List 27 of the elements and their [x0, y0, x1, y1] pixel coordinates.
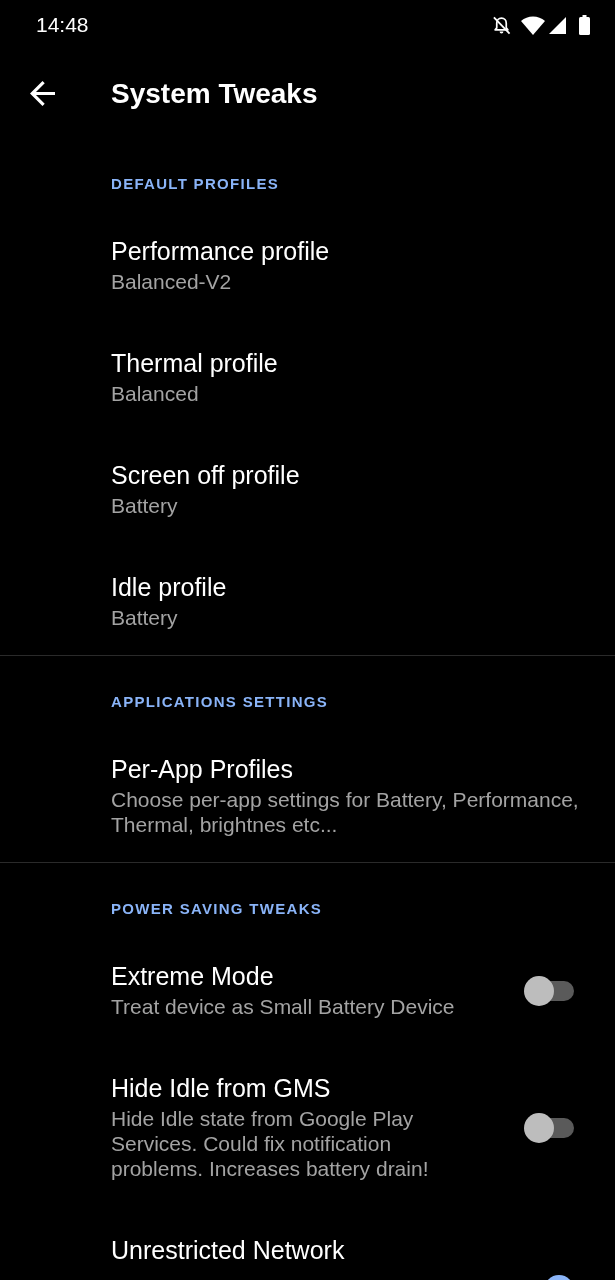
- muted-bell-icon: [492, 15, 511, 35]
- toggle-switch[interactable]: [524, 1112, 574, 1143]
- screen-title: System Tweaks: [111, 77, 318, 110]
- section-header: APPLICATIONS SETTINGS: [111, 692, 329, 712]
- preference-summary: Choose per-app settings for Battery, Performance, Thermal, brightnes etc...: [111, 787, 580, 837]
- preference-summary: Balanced: [111, 381, 199, 406]
- preference-summary: Battery: [111, 605, 178, 630]
- preference-title[interactable]: Hide Idle from GMS: [111, 1074, 331, 1102]
- preference-title[interactable]: Performance profile: [111, 237, 330, 265]
- preference-title[interactable]: Extreme Mode: [111, 962, 274, 990]
- preference-title[interactable]: Unrestricted Network: [111, 1236, 345, 1264]
- preference-title[interactable]: Thermal profile: [111, 349, 278, 377]
- preference-title[interactable]: Per-App Profiles: [111, 755, 294, 783]
- battery-icon: [579, 15, 590, 35]
- preference-summary: Battery: [111, 493, 178, 518]
- wifi-icon: [521, 15, 545, 35]
- preference-title[interactable]: Idle profile: [111, 573, 227, 601]
- back-arrow-icon[interactable]: [30, 81, 55, 106]
- preference-summary: Balanced-V2: [111, 269, 232, 294]
- section-header: DEFAULT PROFILES: [111, 174, 280, 194]
- status-time: 14:48: [36, 13, 89, 37]
- toggle-switch[interactable]: [524, 975, 574, 1006]
- preference-title[interactable]: Screen off profile: [111, 461, 300, 489]
- preference-summary: Hide Idle state from Google Play Services. Could fix notification problems. Increases battery drain!: [111, 1106, 430, 1181]
- preference-summary: Treat device as Small Battery Device: [111, 994, 455, 1019]
- signal-icon: [549, 16, 566, 34]
- section-header: POWER SAVING TWEAKS: [111, 899, 323, 919]
